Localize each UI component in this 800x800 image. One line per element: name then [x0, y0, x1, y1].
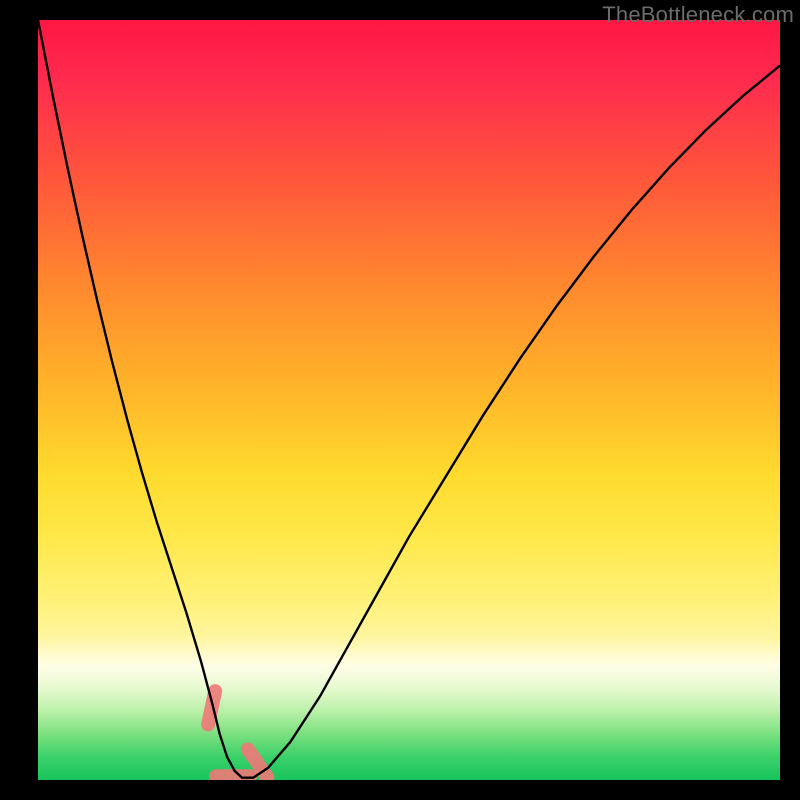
chart-frame: TheBottleneck.com: [0, 0, 800, 800]
watermark-text: TheBottleneck.com: [602, 2, 794, 28]
plot-area: [38, 20, 780, 780]
chart-svg: [38, 20, 780, 780]
bottleneck-curve: [38, 20, 780, 778]
highlight-markers: [208, 691, 267, 777]
